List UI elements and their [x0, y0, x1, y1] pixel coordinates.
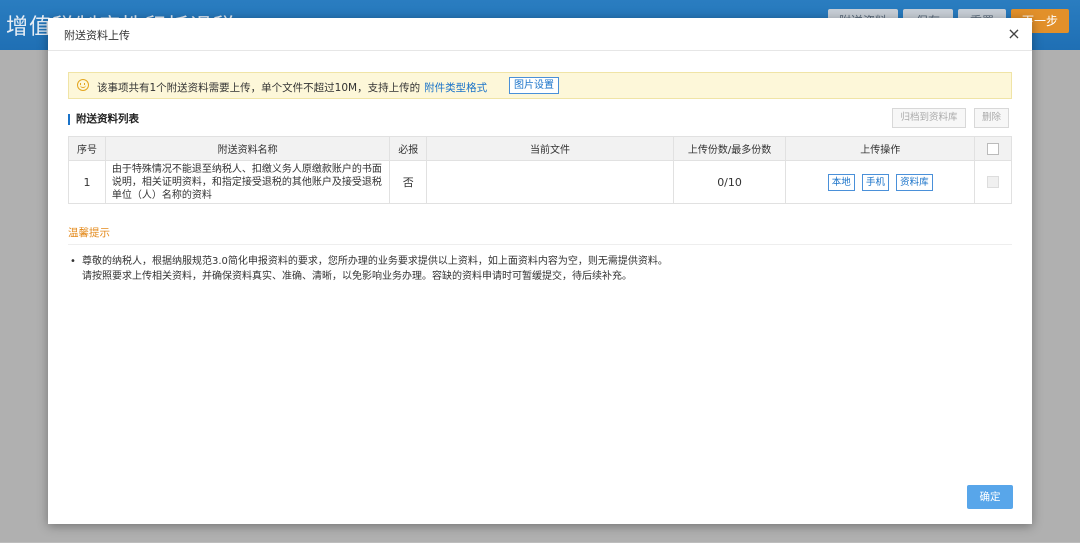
- row-required: 否: [389, 160, 428, 204]
- row-current-file: [426, 160, 674, 204]
- col-select-all: [974, 136, 1012, 161]
- row-actions: 本地 手机 资料库: [785, 160, 976, 204]
- row-checkbox[interactable]: [987, 176, 999, 188]
- notice-text: 该事项共有1个附送资料需要上传，单个文件不超过10M，支持上传的 附件类型格式: [97, 80, 487, 95]
- smile-icon: [77, 79, 89, 91]
- select-all-checkbox[interactable]: [987, 142, 999, 155]
- tips-body: • 尊敬的纳税人，根据纳服规范3.0简化申报资料的要求，您所办理的业务要求提供以…: [70, 254, 668, 284]
- upload-dialog: 附送资料上传 × 该事项共有1个附送资料需要上传，单个文件不超过10M，支持上传…: [48, 18, 1032, 524]
- col-current-file: 当前文件: [426, 136, 674, 161]
- row-upload-count: 0/10: [672, 160, 787, 204]
- row-index: 1: [68, 160, 106, 204]
- dialog-title: 附送资料上传: [64, 29, 130, 42]
- tips-divider: [68, 244, 1012, 245]
- bullet-icon: •: [70, 256, 76, 267]
- confirm-button[interactable]: 确定: [967, 485, 1013, 509]
- col-upload-count: 上传份数/最多份数: [672, 136, 787, 161]
- background-divider: [90, 522, 1030, 543]
- notice-message: 该事项共有1个附送资料需要上传，单个文件不超过10M，支持上传的: [97, 82, 421, 94]
- upload-local-button[interactable]: 本地: [827, 173, 855, 191]
- section-title: 附送资料列表: [68, 114, 139, 125]
- col-index: 序号: [68, 136, 106, 161]
- delete-button[interactable]: 删除: [974, 108, 1009, 128]
- row-select: [974, 160, 1012, 204]
- col-name: 附送资料名称: [104, 136, 391, 161]
- col-required: 必报: [389, 136, 428, 161]
- table-row: 1 由于特殊情况不能退至纳税人、扣缴义务人原缴款账户的书面说明，相关证明资料，和…: [68, 160, 1012, 204]
- tips-title: 温馨提示: [68, 227, 110, 239]
- file-type-link[interactable]: 附件类型格式: [424, 82, 487, 94]
- dialog-header: 附送资料上传 ×: [48, 18, 1032, 51]
- table-header-row: 序号 附送资料名称 必报 当前文件 上传份数/最多份数 上传操作: [68, 136, 1012, 161]
- upload-library-button[interactable]: 资料库: [896, 173, 933, 191]
- image-settings-button[interactable]: 图片设置: [509, 77, 559, 94]
- tips-line-2: 请按照要求上传相关资料，并确保资料真实、准确、清晰，以免影响业务办理。容缺的资料…: [82, 271, 632, 282]
- col-upload-actions: 上传操作: [785, 136, 976, 161]
- close-icon[interactable]: ×: [1004, 24, 1024, 44]
- notice-banner: 该事项共有1个附送资料需要上传，单个文件不超过10M，支持上传的 附件类型格式 图…: [68, 72, 1012, 99]
- row-name: 由于特殊情况不能退至纳税人、扣缴义务人原缴款账户的书面说明，相关证明资料，和指定…: [104, 160, 391, 204]
- upload-phone-button[interactable]: 手机: [861, 173, 889, 191]
- tips-line-1: 尊敬的纳税人，根据纳服规范3.0简化申报资料的要求，您所办理的业务要求提供以上资…: [82, 256, 668, 267]
- archive-to-library-button[interactable]: 归档到资料库: [892, 108, 966, 128]
- attachment-table: 序号 附送资料名称 必报 当前文件 上传份数/最多份数 上传操作 1 由于特殊情…: [68, 136, 1012, 204]
